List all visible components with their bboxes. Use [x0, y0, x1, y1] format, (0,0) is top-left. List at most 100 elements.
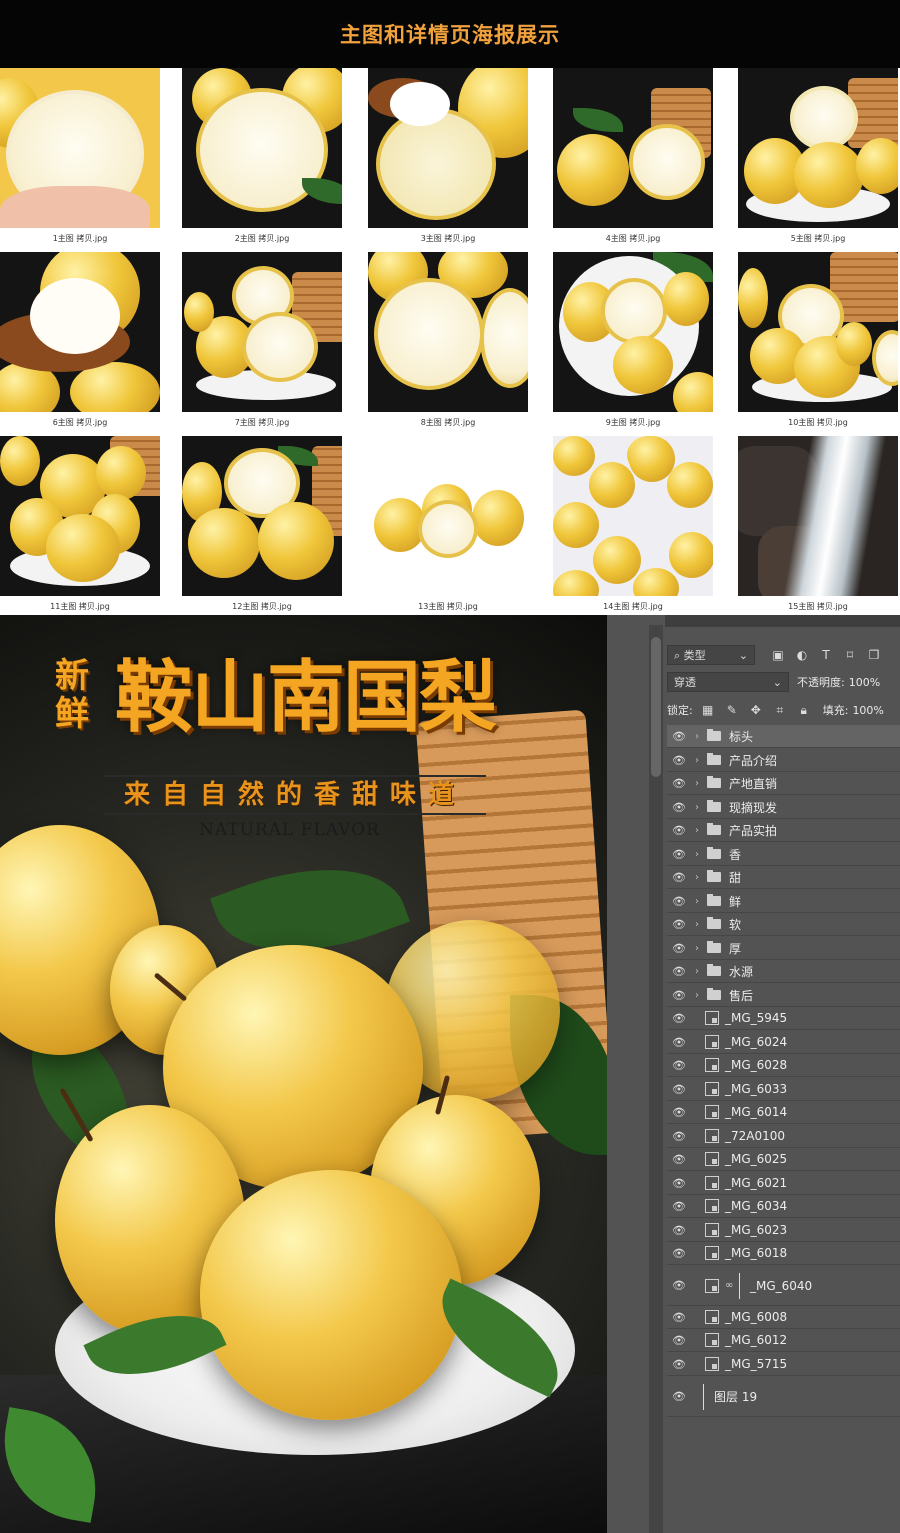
layer-group[interactable]: 👁︎ › 产品实拍 — [667, 819, 900, 842]
layer-smart-object[interactable]: 👁︎ _MG_6018 — [667, 1242, 900, 1265]
eye-icon[interactable]: 👁︎ — [667, 871, 691, 884]
link-icon[interactable]: ∞ — [725, 1280, 735, 1291]
eye-icon[interactable]: 👁︎ — [667, 848, 691, 861]
eye-icon[interactable]: 👁︎ — [667, 989, 691, 1002]
eye-icon[interactable]: 👁︎ — [667, 1083, 691, 1096]
chevron-right-icon[interactable]: › — [691, 966, 703, 977]
layer-pixel[interactable]: 👁︎ 图层 19 — [667, 1377, 900, 1417]
thumbnail-13[interactable]: 13主图 拷贝.jpg — [368, 436, 528, 619]
thumbnail-12[interactable]: 12主图 拷贝.jpg — [182, 436, 342, 619]
lock-artboard-icon[interactable]: ⌗ — [771, 701, 789, 719]
eye-icon[interactable]: 👁︎ — [667, 754, 691, 767]
smart-object-filter-icon[interactable]: ❐ — [865, 646, 883, 664]
chevron-right-icon[interactable]: › — [691, 943, 703, 954]
opacity-input[interactable]: 100% — [849, 676, 880, 689]
chevron-right-icon[interactable]: › — [691, 825, 703, 836]
chevron-right-icon[interactable]: › — [691, 755, 703, 766]
eye-icon[interactable]: 👁︎ — [667, 777, 691, 790]
thumbnail-1[interactable]: 1主图 拷贝.jpg — [0, 68, 160, 251]
layer-smart-object[interactable]: 👁︎ _MG_5945 — [667, 1007, 900, 1030]
layer-smart-object[interactable]: 👁︎ _MG_6024 — [667, 1031, 900, 1054]
fill-input[interactable]: 100% — [852, 704, 883, 717]
eye-icon[interactable]: 👁︎ — [667, 942, 691, 955]
eye-icon[interactable]: 👁︎ — [667, 1012, 691, 1025]
layer-smart-object[interactable]: 👁︎ _MG_6008 — [667, 1306, 900, 1329]
type-filter-icon[interactable]: T — [817, 646, 835, 664]
layer-group[interactable]: 👁︎ › 售后 — [667, 984, 900, 1007]
eye-icon[interactable]: 👁︎ — [667, 1130, 691, 1143]
eye-icon[interactable]: 👁︎ — [667, 1390, 691, 1403]
eye-icon[interactable]: 👁︎ — [667, 1311, 691, 1324]
eye-icon[interactable]: 👁︎ — [667, 1059, 691, 1072]
layer-group[interactable]: 👁︎ › 甜 — [667, 866, 900, 889]
thumbnail-14[interactable]: 14主图 拷贝.jpg — [553, 436, 713, 619]
panel-scroll-thumb[interactable] — [651, 637, 661, 777]
thumbnail-11[interactable]: 11主图 拷贝.jpg — [0, 436, 160, 619]
shape-filter-icon[interactable]: ⌑ — [841, 646, 859, 664]
layer-smart-object[interactable]: 👁︎ _MG_6033 — [667, 1078, 900, 1101]
blend-mode-select[interactable]: 穿透 ⌄ — [667, 672, 789, 692]
chevron-right-icon[interactable]: › — [691, 731, 703, 742]
chevron-right-icon[interactable]: › — [691, 778, 703, 789]
lock-transparent-icon[interactable]: ▦ — [699, 701, 717, 719]
layer-group[interactable]: 👁︎ › 鲜 — [667, 890, 900, 913]
lock-all-icon[interactable]: 🔒︎ — [795, 701, 813, 719]
layer-group[interactable]: 👁︎ › 标头 — [667, 725, 900, 748]
adjustment-filter-icon[interactable]: ◐ — [793, 646, 811, 664]
chevron-right-icon[interactable]: › — [691, 990, 703, 1001]
eye-icon[interactable]: 👁︎ — [667, 918, 691, 931]
eye-icon[interactable]: 👁︎ — [667, 1224, 691, 1237]
chevron-right-icon[interactable]: › — [691, 802, 703, 813]
layer-group[interactable]: 👁︎ › 现摘现发 — [667, 796, 900, 819]
eye-icon[interactable]: 👁︎ — [667, 1247, 691, 1260]
eye-icon[interactable]: 👁︎ — [667, 965, 691, 978]
image-filter-icon[interactable]: ▣ — [769, 646, 787, 664]
thumbnail-6[interactable]: 6主图 拷贝.jpg — [0, 252, 160, 435]
thumbnail-7[interactable]: 7主图 拷贝.jpg — [182, 252, 342, 435]
layer-group[interactable]: 👁︎ › 香 — [667, 843, 900, 866]
layer-smart-object[interactable]: 👁︎ _MG_6014 — [667, 1101, 900, 1124]
thumbnail-2[interactable]: 2主图 拷贝.jpg — [182, 68, 342, 251]
filter-kind-select[interactable]: ⌕ 类型 ⌄ — [667, 645, 755, 665]
thumbnail-8[interactable]: 8主图 拷贝.jpg — [368, 252, 528, 435]
eye-icon[interactable]: 👁︎ — [667, 1358, 691, 1371]
eye-icon[interactable]: 👁︎ — [667, 801, 691, 814]
layer-smart-object[interactable]: 👁︎ _MG_6023 — [667, 1219, 900, 1242]
thumbnail-10[interactable]: 10主图 拷贝.jpg — [738, 252, 898, 435]
layer-group[interactable]: 👁︎ › 产地直销 — [667, 772, 900, 795]
layer-group[interactable]: 👁︎ › 厚 — [667, 937, 900, 960]
eye-icon[interactable]: 👁︎ — [667, 1106, 691, 1119]
lock-paint-icon[interactable]: ✎ — [723, 701, 741, 719]
thumbnail-5[interactable]: 5主图 拷贝.jpg — [738, 68, 898, 251]
layer-smart-object[interactable]: 👁︎ _72A0100 — [667, 1125, 900, 1148]
layer-group[interactable]: 👁︎ › 产品介绍 — [667, 749, 900, 772]
eye-icon[interactable]: 👁︎ — [667, 1334, 691, 1347]
eye-icon[interactable]: 👁︎ — [667, 1177, 691, 1190]
layer-smart-object[interactable]: 👁︎ _MG_5715 — [667, 1353, 900, 1376]
thumbnail-9[interactable]: 9主图 拷贝.jpg — [553, 252, 713, 435]
eye-icon[interactable]: 👁︎ — [667, 895, 691, 908]
layer-smart-object-masked[interactable]: 👁︎ ∞ _MG_6040 — [667, 1266, 900, 1306]
eye-icon[interactable]: 👁︎ — [667, 1036, 691, 1049]
chevron-right-icon[interactable]: › — [691, 919, 703, 930]
thumbnail-4[interactable]: 4主图 拷贝.jpg — [553, 68, 713, 251]
layer-smart-object[interactable]: 👁︎ _MG_6034 — [667, 1195, 900, 1218]
chevron-right-icon[interactable]: › — [691, 896, 703, 907]
layer-smart-object[interactable]: 👁︎ _MG_6028 — [667, 1054, 900, 1077]
eye-icon[interactable]: 👁︎ — [667, 730, 691, 743]
eye-icon[interactable]: 👁︎ — [667, 824, 691, 837]
thumbnail-3[interactable]: 3主图 拷贝.jpg — [368, 68, 528, 251]
lock-position-icon[interactable]: ✥ — [747, 701, 765, 719]
layer-group[interactable]: 👁︎ › 软 — [667, 913, 900, 936]
chevron-right-icon[interactable]: › — [691, 872, 703, 883]
layer-smart-object[interactable]: 👁︎ _MG_6025 — [667, 1148, 900, 1171]
layer-smart-object[interactable]: 👁︎ _MG_6021 — [667, 1172, 900, 1195]
eye-icon[interactable]: 👁︎ — [667, 1200, 691, 1213]
layer-mask-thumbnail[interactable] — [739, 1272, 740, 1299]
thumbnail-15[interactable]: 15主图 拷贝.jpg — [738, 436, 898, 619]
chevron-right-icon[interactable]: › — [691, 849, 703, 860]
layer-group[interactable]: 👁︎ › 水源 — [667, 960, 900, 983]
eye-icon[interactable]: 👁︎ — [667, 1279, 691, 1292]
layer-smart-object[interactable]: 👁︎ _MG_6012 — [667, 1329, 900, 1352]
eye-icon[interactable]: 👁︎ — [667, 1153, 691, 1166]
